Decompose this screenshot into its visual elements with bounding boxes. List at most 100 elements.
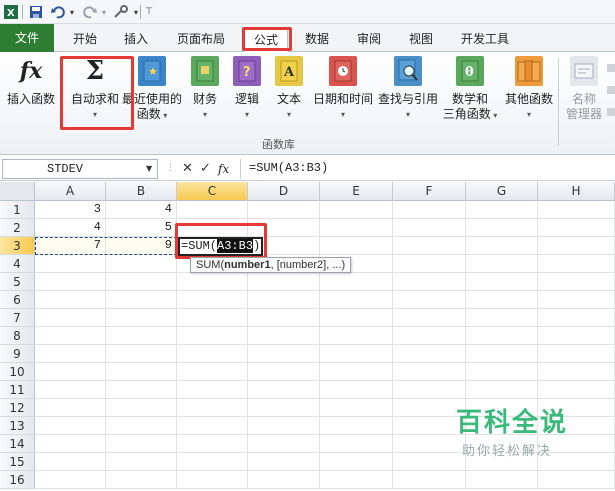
- cell-g1[interactable]: [466, 201, 538, 219]
- undo-dropdown-icon[interactable]: ▾: [68, 3, 76, 21]
- cell-b11[interactable]: [106, 381, 177, 399]
- cell-c1[interactable]: [177, 201, 248, 219]
- cell-a13[interactable]: [35, 417, 106, 435]
- undo-icon[interactable]: [50, 3, 66, 21]
- cell-a16[interactable]: [35, 471, 106, 489]
- cell-b7[interactable]: [106, 309, 177, 327]
- cell-a3[interactable]: 7: [35, 237, 106, 255]
- cell-e13[interactable]: [320, 417, 393, 435]
- cell-g5[interactable]: [466, 273, 538, 291]
- financial-button[interactable]: 财务 ▾: [188, 56, 222, 122]
- cell-b12[interactable]: [106, 399, 177, 417]
- cell-e6[interactable]: [320, 291, 393, 309]
- cell-f10[interactable]: [393, 363, 466, 381]
- cell-g16[interactable]: [466, 471, 538, 489]
- cell-c6[interactable]: [177, 291, 248, 309]
- cell-e3[interactable]: [320, 237, 393, 255]
- cell-g9[interactable]: [466, 345, 538, 363]
- tab-page-layout[interactable]: 页面布局: [168, 28, 234, 52]
- cell-c15[interactable]: [177, 453, 248, 471]
- cell-e9[interactable]: [320, 345, 393, 363]
- cancel-icon[interactable]: ✕: [182, 161, 193, 176]
- fx-icon[interactable]: fx: [218, 162, 229, 176]
- row-header-10[interactable]: 10: [0, 363, 35, 381]
- cell-a6[interactable]: [35, 291, 106, 309]
- tab-view[interactable]: 视图: [400, 28, 442, 52]
- name-manager-button[interactable]: 名称 管理器: [562, 56, 606, 122]
- cell-f1[interactable]: [393, 201, 466, 219]
- cell-f3[interactable]: [393, 237, 466, 255]
- cell-a12[interactable]: [35, 399, 106, 417]
- cell-h8[interactable]: [538, 327, 615, 345]
- row-header-3[interactable]: 3: [0, 237, 35, 255]
- cell-a1[interactable]: 3: [35, 201, 106, 219]
- tools-icon[interactable]: [112, 3, 130, 21]
- row-header-16[interactable]: 16: [0, 471, 35, 489]
- cell-d14[interactable]: [248, 435, 320, 453]
- cell-d9[interactable]: [248, 345, 320, 363]
- tab-home[interactable]: 开始: [64, 28, 106, 52]
- cell-b4[interactable]: [106, 255, 177, 273]
- row-header-14[interactable]: 14: [0, 435, 35, 453]
- cell-b9[interactable]: [106, 345, 177, 363]
- row-header-15[interactable]: 15: [0, 453, 35, 471]
- cell-f15[interactable]: [393, 453, 466, 471]
- cell-d10[interactable]: [248, 363, 320, 381]
- name-box-dropdown-icon[interactable]: ▼: [146, 164, 152, 173]
- redo-dropdown-icon[interactable]: ▾: [100, 3, 108, 21]
- recently-used-button[interactable]: ★ 最近使用的 函数 ▾: [120, 56, 184, 123]
- save-icon[interactable]: [28, 3, 44, 21]
- cell-e2[interactable]: [320, 219, 393, 237]
- row-header-2[interactable]: 2: [0, 219, 35, 237]
- cell-d6[interactable]: [248, 291, 320, 309]
- cell-h16[interactable]: [538, 471, 615, 489]
- cell-a14[interactable]: [35, 435, 106, 453]
- cell-d13[interactable]: [248, 417, 320, 435]
- cell-f2[interactable]: [393, 219, 466, 237]
- cell-e1[interactable]: [320, 201, 393, 219]
- cell-b3[interactable]: 9: [106, 237, 177, 255]
- cell-d7[interactable]: [248, 309, 320, 327]
- cell-e7[interactable]: [320, 309, 393, 327]
- cell-h10[interactable]: [538, 363, 615, 381]
- tab-formulas[interactable]: 公式: [244, 28, 288, 52]
- cell-d15[interactable]: [248, 453, 320, 471]
- row-header-11[interactable]: 11: [0, 381, 35, 399]
- column-header-f[interactable]: F: [393, 182, 466, 201]
- row-header-6[interactable]: 6: [0, 291, 35, 309]
- cell-h11[interactable]: [538, 381, 615, 399]
- function-tooltip[interactable]: SUM(number1, [number2], ...): [190, 257, 352, 273]
- cell-b6[interactable]: [106, 291, 177, 309]
- cell-b8[interactable]: [106, 327, 177, 345]
- cell-c9[interactable]: [177, 345, 248, 363]
- cell-c12[interactable]: [177, 399, 248, 417]
- cell-g2[interactable]: [466, 219, 538, 237]
- date-time-button[interactable]: 日期和时间 ▾: [310, 56, 376, 122]
- text-button[interactable]: A 文本 ▾: [272, 56, 306, 122]
- cell-d12[interactable]: [248, 399, 320, 417]
- column-header-g[interactable]: G: [466, 182, 538, 201]
- cell-h4[interactable]: [538, 255, 615, 273]
- cell-h6[interactable]: [538, 291, 615, 309]
- cell-f9[interactable]: [393, 345, 466, 363]
- cell-h7[interactable]: [538, 309, 615, 327]
- cell-e8[interactable]: [320, 327, 393, 345]
- cell-b15[interactable]: [106, 453, 177, 471]
- cell-a10[interactable]: [35, 363, 106, 381]
- cell-a4[interactable]: [35, 255, 106, 273]
- row-header-13[interactable]: 13: [0, 417, 35, 435]
- cell-f11[interactable]: [393, 381, 466, 399]
- cell-f16[interactable]: [393, 471, 466, 489]
- row-header-9[interactable]: 9: [0, 345, 35, 363]
- cell-a8[interactable]: [35, 327, 106, 345]
- cell-h5[interactable]: [538, 273, 615, 291]
- cell-g11[interactable]: [466, 381, 538, 399]
- cell-g3[interactable]: [466, 237, 538, 255]
- cell-a15[interactable]: [35, 453, 106, 471]
- cell-c13[interactable]: [177, 417, 248, 435]
- tab-review[interactable]: 审阅: [348, 28, 390, 52]
- row-header-12[interactable]: 12: [0, 399, 35, 417]
- autosum-button[interactable]: Σ 自动求和 ▾: [64, 56, 126, 122]
- select-all-corner[interactable]: [0, 182, 35, 201]
- cell-c14[interactable]: [177, 435, 248, 453]
